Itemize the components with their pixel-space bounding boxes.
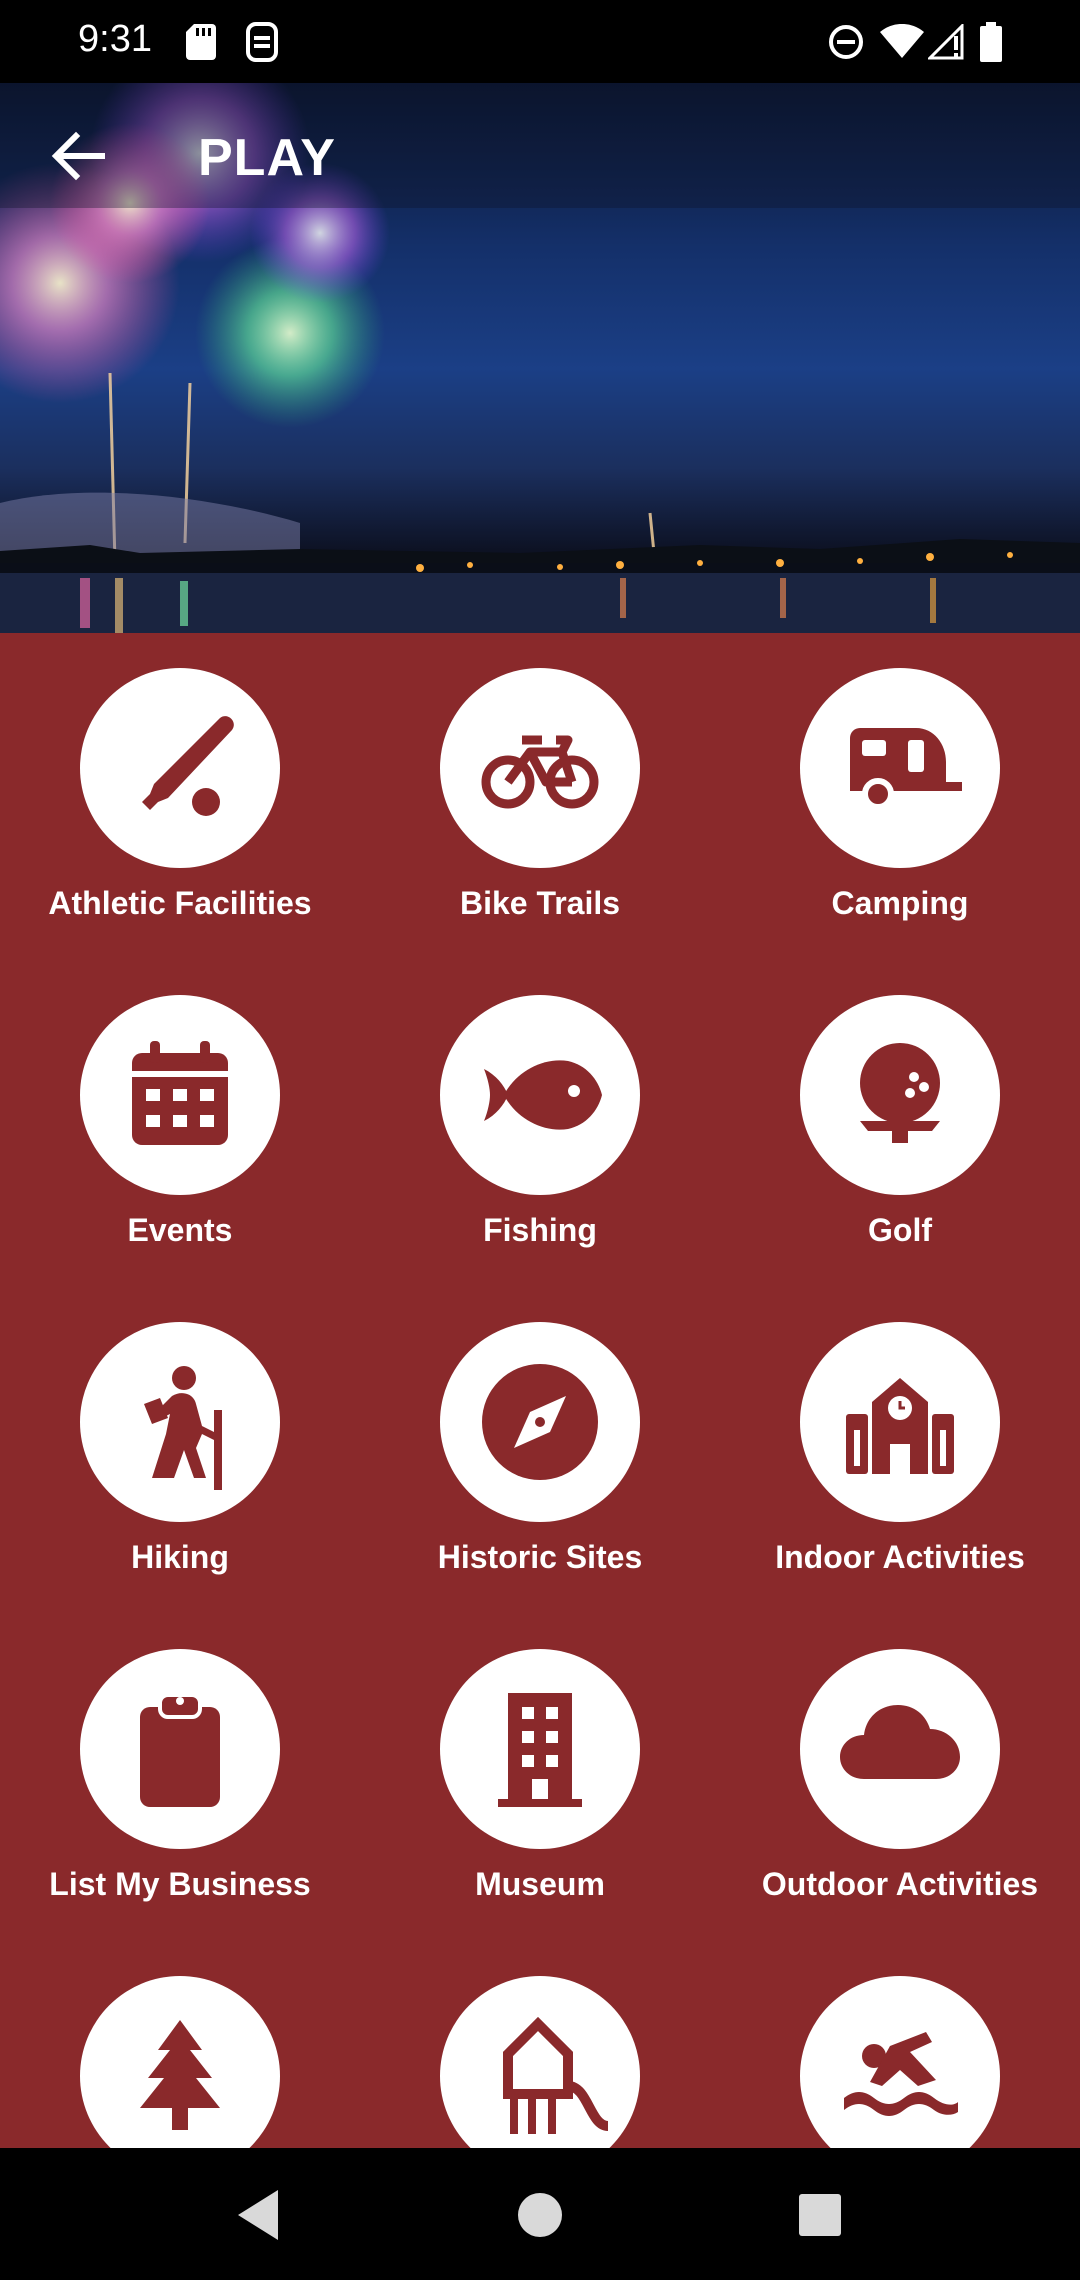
cloud-icon xyxy=(840,1705,960,1779)
category-grid: Athletic Facilities Bike Trails Camping xyxy=(0,633,1080,2148)
category-playgrounds[interactable] xyxy=(360,1941,720,2148)
category-athletic-facilities[interactable]: Athletic Facilities xyxy=(0,633,360,960)
category-label: Events xyxy=(127,1212,233,1248)
category-label: Outdoor Activities xyxy=(761,1866,1039,1902)
category-hiking[interactable]: Hiking xyxy=(0,1287,360,1614)
app-bar xyxy=(0,83,1080,208)
icon-circle xyxy=(440,1322,640,1522)
icon-circle xyxy=(440,995,640,1195)
sync-icon xyxy=(246,22,278,62)
icon-circle xyxy=(80,1649,280,1849)
icon-circle xyxy=(800,995,1000,1195)
category-label: Fishing xyxy=(483,1212,597,1248)
category-indoor-activities[interactable]: Indoor Activities xyxy=(720,1287,1080,1614)
icon-circle xyxy=(800,1976,1000,2148)
icon-circle xyxy=(80,995,280,1195)
icon-circle xyxy=(440,668,640,868)
clipboard-icon xyxy=(140,1693,220,1807)
status-time: 9:31 xyxy=(78,18,152,60)
fish-icon xyxy=(484,1060,602,1130)
signal-icon xyxy=(928,24,964,60)
pine-tree-icon xyxy=(140,2020,220,2130)
water-tower-icon xyxy=(503,2016,610,2134)
battery-icon xyxy=(980,22,1002,62)
icon-circle xyxy=(800,1649,1000,1849)
back-triangle-icon[interactable] xyxy=(224,2180,294,2250)
category-historic-sites[interactable]: Historic Sites xyxy=(360,1287,720,1614)
category-label: Historic Sites xyxy=(437,1539,643,1575)
category-label: Golf xyxy=(868,1212,932,1248)
arrow-left-icon[interactable] xyxy=(40,118,116,194)
category-label: Hiking xyxy=(131,1539,229,1575)
category-outdoor-activities[interactable]: Outdoor Activities xyxy=(720,1614,1080,1941)
do-not-disturb-icon xyxy=(829,25,863,59)
swimmer-icon xyxy=(844,2032,958,2116)
category-list-my-business[interactable]: List My Business xyxy=(0,1614,360,1941)
status-bar: 9:31 xyxy=(0,0,1080,83)
school-icon xyxy=(846,1378,954,1474)
page-title: PLAY xyxy=(198,129,336,187)
home-circle-icon[interactable] xyxy=(505,2180,575,2250)
compass-icon xyxy=(482,1364,598,1480)
icon-circle xyxy=(800,1322,1000,1522)
bicycle-icon xyxy=(481,735,599,809)
sd-card-icon xyxy=(186,24,216,60)
category-label: Museum xyxy=(475,1866,605,1902)
category-label: Indoor Activities xyxy=(775,1539,1025,1575)
building-icon xyxy=(498,1693,582,1807)
category-golf[interactable]: Golf xyxy=(720,960,1080,1287)
category-label: Bike Trails xyxy=(459,885,621,921)
icon-circle xyxy=(800,668,1000,868)
category-museum[interactable]: Museum xyxy=(360,1614,720,1941)
icon-circle xyxy=(440,1649,640,1849)
icon-circle xyxy=(80,1976,280,2148)
icon-circle xyxy=(440,1976,640,2148)
category-parks[interactable] xyxy=(0,1941,360,2148)
icon-circle xyxy=(80,668,280,868)
category-swimming[interactable] xyxy=(720,1941,1080,2148)
category-events[interactable]: Events xyxy=(0,960,360,1287)
baseball-icon xyxy=(142,716,234,816)
recents-square-icon[interactable] xyxy=(785,2180,855,2250)
category-camping[interactable]: Camping xyxy=(720,633,1080,960)
category-label: List My Business xyxy=(49,1866,311,1902)
camper-icon xyxy=(850,728,962,810)
category-fishing[interactable]: Fishing xyxy=(360,960,720,1287)
category-label: Camping xyxy=(831,885,969,921)
wifi-icon xyxy=(880,24,924,58)
calendar-icon xyxy=(132,1041,228,1145)
category-label: Athletic Facilities xyxy=(48,885,312,921)
category-bike-trails[interactable]: Bike Trails xyxy=(360,633,720,960)
icon-circle xyxy=(80,1322,280,1522)
golf-ball-icon xyxy=(860,1043,940,1143)
system-nav-bar xyxy=(0,2148,1080,2280)
hiker-icon xyxy=(144,1366,222,1490)
